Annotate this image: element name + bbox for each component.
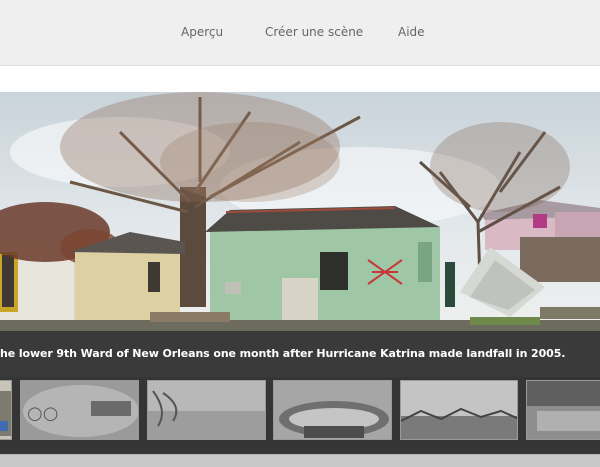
top-navigation-bar: Aperçu Créer une scène Aide — [0, 0, 600, 66]
nav-link-apercu[interactable]: Aperçu — [181, 25, 223, 39]
nav-link-aide[interactable]: Aide — [398, 25, 425, 39]
scene-thumbnail[interactable] — [400, 380, 518, 440]
bottom-bar — [0, 454, 600, 467]
scene-thumbnail[interactable]: ○○ — [20, 380, 139, 440]
svg-text:○○: ○○ — [27, 403, 58, 424]
scene-thumbnail[interactable] — [526, 380, 600, 440]
nav-link-creer-une-scene[interactable]: Créer une scène — [265, 25, 363, 39]
scene-thumbnail[interactable] — [147, 380, 266, 440]
scene-thumbnail[interactable] — [0, 380, 12, 440]
photo-caption: he lower 9th Ward of New Orleans one mon… — [0, 347, 566, 360]
scene-filmstrip: ○○ — [0, 377, 600, 454]
panorama-photo[interactable] — [0, 92, 600, 332]
caption-band: he lower 9th Ward of New Orleans one mon… — [0, 331, 600, 377]
scene-thumbnail[interactable] — [273, 380, 392, 440]
